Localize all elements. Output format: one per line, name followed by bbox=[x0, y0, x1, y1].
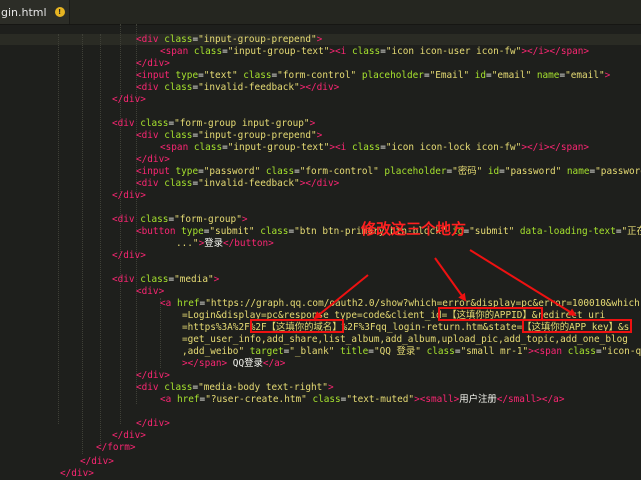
highlight-box-appkey bbox=[522, 319, 632, 333]
annotation-arrows bbox=[313, 249, 577, 320]
highlight-box-domain bbox=[250, 319, 344, 333]
arrow-to-appid bbox=[434, 257, 467, 302]
arrow-to-appkey bbox=[469, 249, 577, 317]
arrow-to-domain bbox=[313, 274, 369, 320]
